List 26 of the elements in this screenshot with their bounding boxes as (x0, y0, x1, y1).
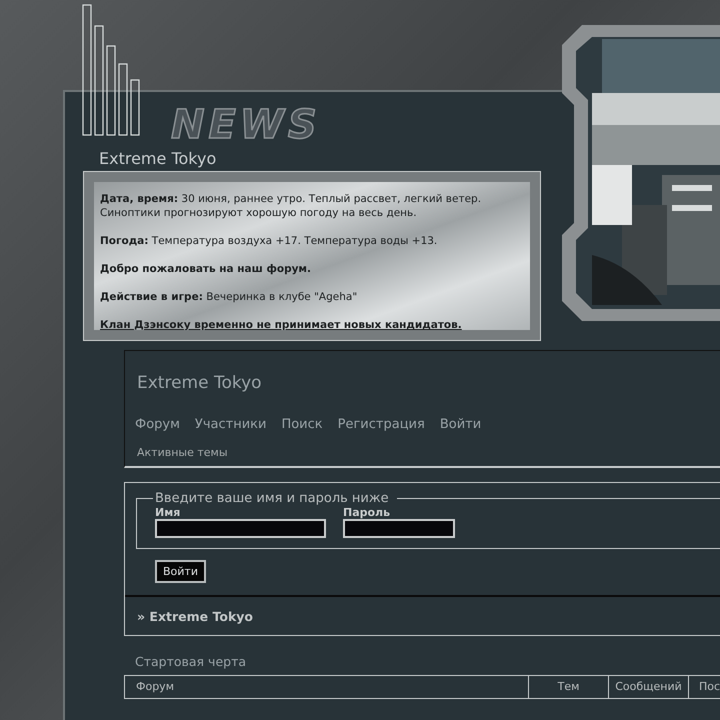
column-header: Форум (125, 676, 529, 698)
news-title: Extreme Tokyo (99, 150, 216, 168)
breadcrumb: » Extreme Tokyo (137, 609, 254, 624)
login-legend: Введите ваше имя и пароль ниже (153, 491, 397, 506)
login-button[interactable]: Войти (155, 560, 206, 583)
field-label: Имя (155, 506, 182, 519)
nav-link[interactable]: Форум (135, 417, 180, 432)
active-topics-link[interactable]: Активные темы (137, 446, 228, 459)
nav-link[interactable]: Поиск (281, 417, 323, 432)
news-logo: NEWS (171, 101, 321, 150)
news-paragraph: Добро пожаловать на наш форум. (100, 262, 312, 276)
input-field[interactable] (343, 519, 455, 538)
column-header: Сообщений (609, 676, 689, 698)
column-header: Пос (698, 679, 720, 695)
site-title: Extreme Tokyo (137, 372, 263, 395)
input-field[interactable] (155, 519, 326, 538)
column-header: Тем (529, 676, 609, 698)
news-paragraph: Дата, время: 30 июня, раннее утро. Теплый рассвет, легкий ветер. Синоптики прогнозируют хорошую погоду на весь день. (100, 192, 482, 220)
field-label: Пароль (343, 506, 392, 519)
news-paragraph: Клан Дзэнсоку временно не принимает новых кандидатов. (100, 318, 463, 332)
category-title: Стартовая черта (135, 654, 248, 669)
nav-link[interactable]: Участники (194, 417, 266, 432)
nav-link[interactable]: Регистрация (338, 417, 425, 432)
news-paragraph: Действие в игре: Вечеринка в клубе "Ageha" (100, 290, 358, 304)
nav-link[interactable]: Войти (440, 417, 482, 432)
news-paragraph: Погода: Температура воздуха +17. Температура воды +13. (100, 234, 438, 248)
